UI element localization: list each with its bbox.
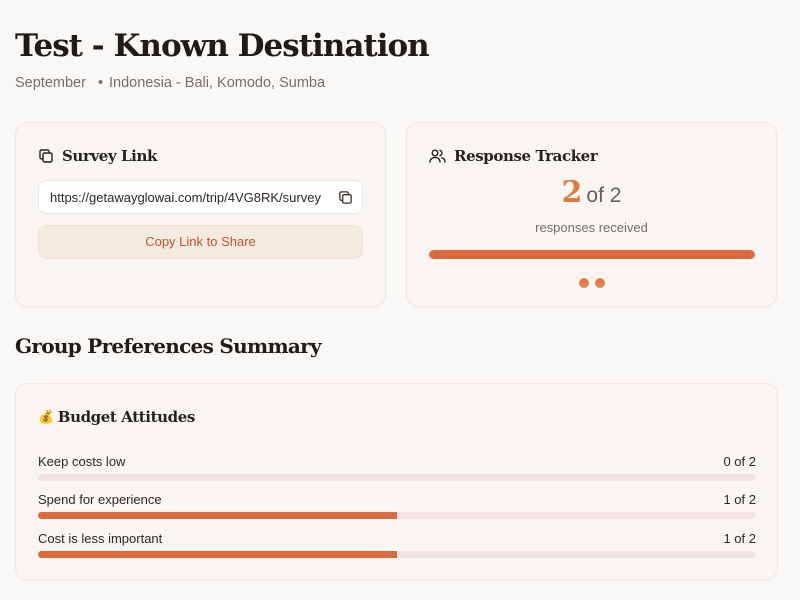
preferences-summary-title: Group Preferences Summary — [15, 334, 322, 358]
survey-link-card: Survey Link https://getawayglowai.com/tr… — [15, 122, 386, 307]
trip-month: September — [15, 75, 86, 91]
users-icon — [429, 148, 446, 164]
preference-label: Spend for experience — [38, 492, 162, 507]
copy-url-icon[interactable] — [338, 190, 353, 210]
response-tracker-title: Response Tracker — [454, 147, 598, 165]
response-progress-bar — [429, 250, 755, 259]
preference-count: 0 of 2 — [723, 454, 756, 469]
budget-attitudes-heading: 💰 Budget Attitudes — [38, 408, 195, 426]
page-title: Test - Known Destination — [15, 28, 430, 64]
money-bag-icon: 💰 — [38, 409, 54, 425]
preference-bar-fill — [38, 551, 397, 558]
survey-url-field[interactable]: https://getawayglowai.com/trip/4VG8RK/su… — [38, 180, 363, 214]
response-tracker-card: Response Tracker 2 of 2 responses receive… — [406, 122, 777, 307]
copy-link-button[interactable]: Copy Link to Share — [38, 225, 363, 259]
preference-bar-fill — [38, 512, 397, 519]
meta-separator: • — [97, 75, 104, 91]
responses-total: of 2 — [586, 184, 622, 207]
trip-destination: Indonesia - Bali, Komodo, Sumba — [109, 75, 326, 91]
response-count: 2 of 2 — [407, 175, 776, 210]
responses-received-number: 2 — [561, 175, 583, 210]
preference-bar — [38, 512, 756, 519]
survey-link-heading: Survey Link — [38, 147, 157, 165]
preference-label: Keep costs low — [38, 454, 126, 469]
budget-attitudes-title: Budget Attitudes — [57, 408, 196, 426]
budget-attitudes-card: 💰 Budget Attitudes Keep costs low 0 of 2… — [15, 383, 778, 580]
preference-count: 1 of 2 — [723, 492, 756, 507]
preference-count: 1 of 2 — [723, 531, 756, 546]
preference-bar — [38, 474, 756, 481]
preference-bar — [38, 551, 756, 558]
response-dots — [407, 275, 776, 293]
trip-meta: September • Indonesia - Bali, Komodo, Sumb… — [15, 75, 325, 91]
response-dot — [578, 278, 589, 288]
response-tracker-heading: Response Tracker — [429, 147, 598, 165]
preference-label: Cost is less important — [38, 531, 163, 546]
trip-survey-page: Test - Known Destination September • Indon… — [0, 0, 800, 600]
response-dot — [594, 278, 605, 288]
survey-link-title: Survey Link — [62, 147, 157, 165]
responses-received-label: responses received — [535, 220, 648, 235]
response-progress-fill — [429, 250, 755, 259]
survey-url-text[interactable]: https://getawayglowai.com/trip/4VG8RK/su… — [50, 190, 325, 205]
copy-icon — [38, 148, 54, 164]
